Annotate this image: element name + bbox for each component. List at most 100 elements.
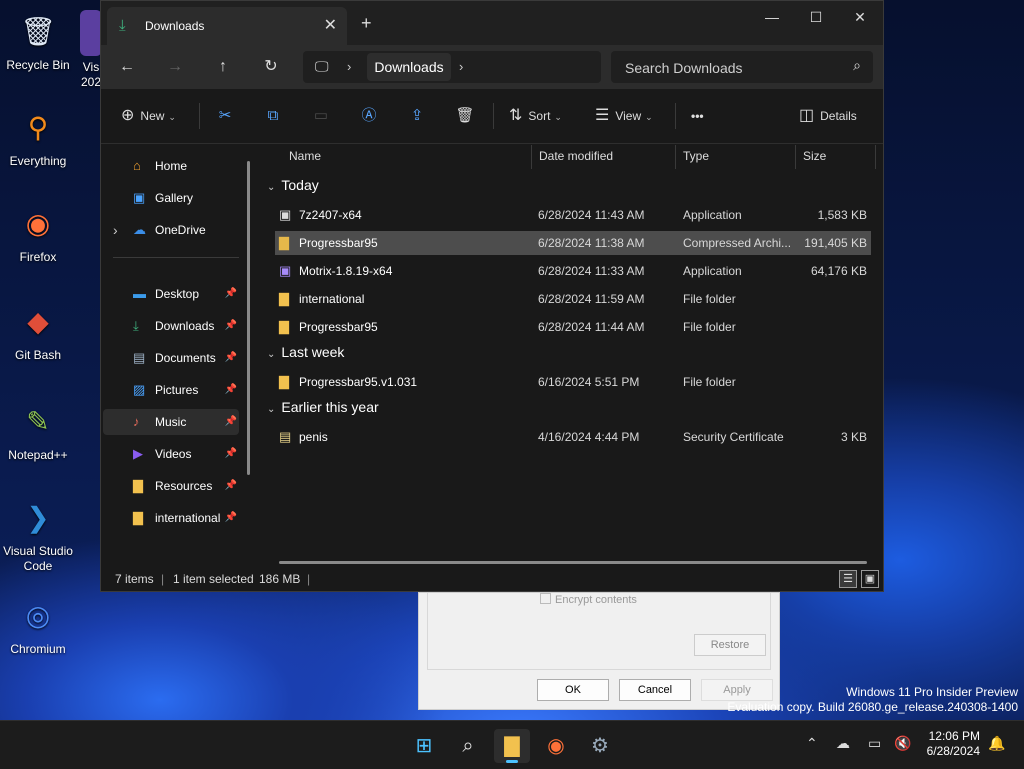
- close-window-button[interactable]: ✕: [837, 5, 883, 29]
- sort-icon: ⇅: [509, 107, 523, 124]
- column-divider[interactable]: [531, 145, 532, 169]
- column-divider[interactable]: [675, 145, 676, 169]
- file-row[interactable]: ▇ international 6/28/2024 11:59 AM File fol…: [275, 287, 871, 311]
- column-date-modified[interactable]: Date modified: [539, 149, 613, 163]
- tiles-view-icon[interactable]: ▣: [861, 570, 879, 588]
- desktop-icon[interactable]: ❯ Visual Studio Code: [0, 494, 76, 574]
- sidebar-item-resources[interactable]: ▇ Resources 📌: [103, 473, 239, 499]
- sidebar-item-downloads[interactable]: ⤓ Downloads 📌: [103, 313, 239, 339]
- column-size[interactable]: Size: [803, 149, 826, 163]
- desktop-icon[interactable]: ✎ Notepad++: [0, 398, 76, 463]
- back-button[interactable]: ←: [113, 55, 141, 79]
- column-divider[interactable]: [795, 145, 796, 169]
- divider: |: [307, 572, 311, 586]
- app-icon: ▣: [279, 263, 292, 278]
- more-options-button[interactable]: •••: [691, 104, 704, 128]
- breadcrumb-downloads[interactable]: Downloads: [367, 53, 451, 81]
- sidebar-item-desktop[interactable]: ▬ Desktop 📌: [103, 281, 239, 307]
- chevron-up-icon[interactable]: ⌃: [806, 735, 818, 752]
- restore-button[interactable]: Restore: [694, 634, 766, 656]
- navigation-scrollbar[interactable]: [247, 161, 250, 475]
- maximize-button[interactable]: ☐: [793, 5, 839, 29]
- horizontal-scrollbar[interactable]: [279, 561, 867, 564]
- sidebar-item-music[interactable]: ♪ Music 📌: [103, 409, 239, 435]
- search-icon[interactable]: ⌕: [450, 729, 486, 763]
- firefox-taskbar-button[interactable]: ◉: [538, 729, 574, 763]
- tab-downloads[interactable]: ⤓ Downloads ✕: [107, 7, 347, 45]
- details-view-icon[interactable]: ☰: [839, 570, 857, 588]
- cancel-button[interactable]: Cancel: [619, 679, 691, 701]
- group-header[interactable]: ⌄ Earlier this year: [267, 399, 379, 415]
- desktop-icon[interactable]: ◉ Firefox: [0, 200, 76, 265]
- clock[interactable]: 12:06 PM 6/28/2024: [927, 729, 980, 759]
- sidebar-item-pictures[interactable]: ▨ Pictures 📌: [103, 377, 239, 403]
- sidebar-item-gallery[interactable]: ▣ Gallery: [103, 185, 239, 211]
- delete-icon[interactable]: 🗑: [451, 104, 479, 128]
- refresh-button[interactable]: ↻: [257, 55, 285, 79]
- file-row[interactable]: ▣ 7z2407-x64 6/28/2024 11:43 AM Application…: [275, 203, 871, 227]
- details-pane-button[interactable]: ◫ Details: [799, 104, 857, 128]
- chevron-down-icon: ⌄: [168, 112, 176, 122]
- file-row[interactable]: ▇ Progressbar95 6/28/2024 11:38 AM Compress…: [275, 231, 871, 255]
- notification-bell-icon[interactable]: 🔔: [988, 735, 1005, 752]
- desktop-icon[interactable]: ⚲ Everything: [0, 104, 76, 169]
- up-button[interactable]: ↑: [209, 55, 237, 79]
- pin-icon: 📌: [224, 416, 237, 427]
- close-tab-icon[interactable]: ✕: [324, 15, 337, 35]
- view-button[interactable]: ☰ View ⌄: [595, 104, 653, 128]
- file-row[interactable]: ▣ Motrix-1.8.19-x64 6/28/2024 11:33 AM Appl…: [275, 259, 871, 283]
- group-header[interactable]: ⌄ Today: [267, 177, 319, 193]
- chevron-right-icon[interactable]: ›: [347, 59, 351, 74]
- start-button[interactable]: ⊞: [406, 729, 442, 763]
- cut-icon[interactable]: ✂: [211, 104, 239, 128]
- sidebar-item-international[interactable]: ▇ international 📌: [103, 505, 239, 531]
- rename-icon[interactable]: Ⓐ: [355, 104, 383, 128]
- address-bar-row: ← → ↑ ↻ 🖵 › Downloads › Search Downloads…: [101, 45, 883, 89]
- breadcrumb[interactable]: 🖵 › Downloads ›: [303, 51, 601, 83]
- search-input[interactable]: Search Downloads ⌕: [611, 51, 873, 83]
- share-icon[interactable]: ⇪: [403, 104, 431, 128]
- sidebar-item-home[interactable]: ⌂ Home: [103, 153, 239, 179]
- encrypt-checkbox[interactable]: Encrypt contents: [540, 593, 637, 606]
- column-type[interactable]: Type: [683, 149, 709, 163]
- desktop-icon[interactable]: ◆ Git Bash: [0, 298, 76, 363]
- minimize-button[interactable]: —: [749, 5, 795, 29]
- new-label: New: [140, 109, 165, 123]
- sidebar-item-documents[interactable]: ▤ Documents 📌: [103, 345, 239, 371]
- title-bar[interactable]: ⤓ Downloads ✕ + — ☐ ✕: [101, 1, 883, 45]
- chevron-right-icon[interactable]: ›: [459, 59, 463, 74]
- desktop-icon[interactable]: 🗑 Recycle Bin: [0, 8, 76, 73]
- ok-button[interactable]: OK: [537, 679, 609, 701]
- this-pc-icon[interactable]: 🖵: [315, 58, 329, 75]
- settings-taskbar-button[interactable]: ⚙: [582, 729, 618, 763]
- new-button[interactable]: ⊕ New ⌄: [121, 104, 176, 128]
- file-row[interactable]: ▇ Progressbar95.v1.031 6/16/2024 5:51 PM Fi…: [275, 370, 871, 394]
- sidebar-item-videos[interactable]: ▶ Videos 📌: [103, 441, 239, 467]
- onedrive-offline-icon[interactable]: ☁: [836, 735, 850, 752]
- new-tab-button[interactable]: +: [361, 13, 372, 34]
- copy-icon[interactable]: ⧉: [259, 104, 287, 128]
- chevron-down-icon[interactable]: ⌄: [267, 349, 275, 360]
- chevron-down-icon[interactable]: ⌄: [267, 404, 275, 415]
- sort-label: Sort: [528, 109, 551, 123]
- desktop-icon[interactable]: ◎ Chromium: [0, 592, 76, 657]
- volume-muted-icon[interactable]: 🔇: [894, 735, 911, 752]
- group-header[interactable]: ⌄ Last week: [267, 344, 344, 360]
- file-explorer-taskbar-button[interactable]: ▇: [494, 729, 530, 763]
- sort-button[interactable]: ⇅ Sort ⌄: [509, 104, 562, 128]
- sidebar-item-label: Desktop: [155, 287, 200, 301]
- sidebar-item-onedrive[interactable]: ☁ OneDrive ›: [103, 217, 239, 243]
- desktop-icon-partial[interactable]: Vis 202: [80, 10, 102, 90]
- forward-button[interactable]: →: [161, 55, 189, 79]
- chevron-down-icon[interactable]: ⌄: [267, 182, 275, 193]
- column-divider[interactable]: [875, 145, 876, 169]
- pin-icon: 📌: [224, 352, 237, 363]
- file-row[interactable]: ▇ Progressbar95 6/28/2024 11:44 AM File fol…: [275, 315, 871, 339]
- network-icon[interactable]: ▭: [868, 735, 881, 752]
- file-row[interactable]: ▤ penis 4/16/2024 4:44 PM Security Certific…: [275, 425, 871, 449]
- checkbox-box[interactable]: [540, 593, 551, 604]
- paste-icon[interactable]: ▭: [307, 104, 335, 128]
- expand-chevron-icon[interactable]: ›: [113, 217, 118, 243]
- column-name[interactable]: Name: [289, 149, 321, 163]
- file-name: penis: [299, 430, 328, 444]
